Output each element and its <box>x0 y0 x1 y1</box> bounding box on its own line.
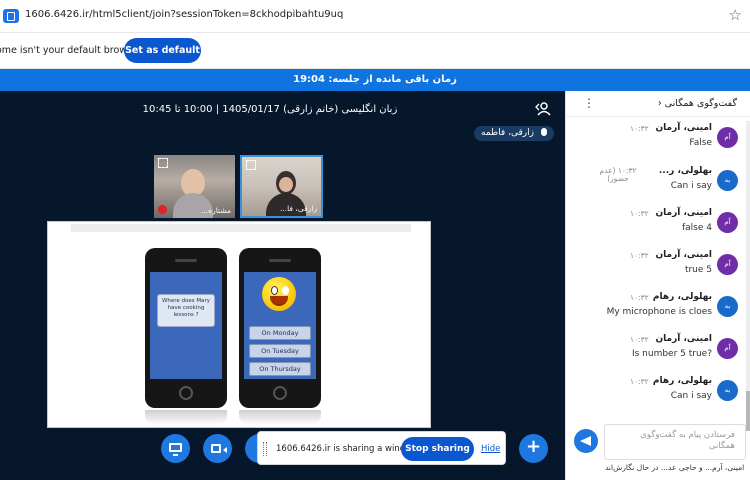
webcam-tile[interactable]: زارقی، فا... <box>240 155 323 218</box>
webcam-name: زارقی، فا... <box>280 204 317 213</box>
avatar: آم <box>717 254 738 275</box>
chat-message: آم امینی، آرمان ۱۰:۳۲ Is number 5 true? <box>566 331 744 371</box>
phone-illustration: On Monday On Tuesday On Thursday <box>239 248 321 408</box>
presentation-area: زبان انگلیسی (خانم زارقی) 1405/01/17 | 1… <box>0 91 565 480</box>
message-text: Is number 5 true? <box>631 349 712 359</box>
sharing-notification: 1606.6426.ir is sharing a window. Stop s… <box>257 431 506 465</box>
chat-message: آم امینی، آرمان ۱۰:۳۲ False <box>566 120 744 160</box>
message-author: بهلولی، رهام <box>652 292 712 302</box>
avatar: آم <box>717 127 738 148</box>
hide-link[interactable]: Hide <box>481 444 500 454</box>
chat-input-placeholder: فرستادن پیام به گفت‌وگوی همگانی <box>640 430 735 451</box>
message-author: بهلولی، ر... <box>658 166 712 176</box>
webcam-tile[interactable]: مشتاره... <box>154 155 235 218</box>
avatar: به <box>717 296 738 317</box>
chat-header: ⋮ گفت‌وگوی همگانی ‹ <box>566 91 750 117</box>
message-author: امینی، آرمان <box>655 123 712 133</box>
avatar: به <box>717 380 738 401</box>
typing-indicator: امینی، آرم... و حاجی عد... در حال نگارش‌… <box>605 463 745 472</box>
avatar: آم <box>717 212 738 233</box>
message-time: ۱۰:۳۲ <box>630 377 649 386</box>
message-author: امینی، آرمان <box>655 250 712 260</box>
expand-icon[interactable] <box>246 160 256 170</box>
default-browser-infobar: ome isn't your default browser Set as de… <box>0 33 750 69</box>
chat-scrollbar[interactable] <box>746 121 750 431</box>
more-options-icon[interactable]: ⋮ <box>583 96 595 110</box>
send-message-button[interactable] <box>574 429 598 453</box>
avatar: آم <box>717 338 738 359</box>
message-text: My microphone is cloes <box>606 307 712 317</box>
answer-option: On Thursday <box>249 362 311 376</box>
shared-screen: Where does Mary have cooking lessons ? O… <box>47 221 431 428</box>
app-root: 1606.6426.ir/html5client/join?sessionTok… <box>0 0 750 480</box>
message-text: Can i say <box>670 181 712 191</box>
chat-message: به بهلولی، ر... ۱۰:۳۲ (عدم حضور) Can i s… <box>566 163 744 203</box>
message-author: امینی، آرمان <box>655 334 712 344</box>
camera-icon <box>211 444 227 453</box>
chat-message-input[interactable]: فرستادن پیام به گفت‌وگوی همگانی <box>604 424 746 460</box>
actions-button[interactable]: + <box>519 434 548 463</box>
phone-illustration: Where does Mary have cooking lessons ? <box>145 248 227 408</box>
screen-share-button[interactable] <box>161 434 190 463</box>
webcam-name: مشتاره... <box>201 206 231 215</box>
meeting-title: زبان انگلیسی (خانم زارقی) 1405/01/17 | 1… <box>142 104 398 115</box>
message-time: ۱۰:۳۲ (عدم حضور) <box>599 166 637 183</box>
message-text: False <box>689 138 712 148</box>
scroll-thumb[interactable] <box>746 391 750 431</box>
infobar-text: ome isn't your default browser <box>0 45 142 56</box>
drag-handle-icon[interactable] <box>263 442 267 456</box>
star-icon[interactable]: ☆ <box>729 6 742 24</box>
message-text: Can i say <box>670 391 712 401</box>
message-time: ۱۰:۳۲ <box>630 335 649 344</box>
sharing-text: 1606.6426.ir is sharing a window. <box>276 444 420 454</box>
address-bar: 1606.6426.ir/html5client/join?sessionTok… <box>0 0 750 33</box>
question-bubble: Where does Mary have cooking lessons ? <box>157 294 215 327</box>
expand-icon[interactable] <box>158 158 168 168</box>
plus-icon: + <box>526 436 542 457</box>
chat-panel: ⋮ گفت‌وگوی همگانی ‹ آم امینی، آرمان ۱۰:۳… <box>565 91 750 480</box>
message-author: بهلولی، رهام <box>652 376 712 386</box>
presenter-pill: زارقی، فاطمه <box>474 126 554 141</box>
monitor-icon <box>169 443 182 456</box>
message-list: آم امینی، آرمان ۱۰:۳۲ False به بهلولی، ر… <box>566 117 750 412</box>
chat-message: آم امینی، آرمان ۱۰:۳۲ true 5 <box>566 247 744 287</box>
presenter-name: زارقی، فاطمه <box>481 128 534 138</box>
message-text: true 5 <box>684 265 712 275</box>
url-field[interactable]: 1606.6426.ir/html5client/join?sessionTok… <box>25 9 343 20</box>
camera-button[interactable] <box>203 434 232 463</box>
answer-option: On Tuesday <box>249 344 311 358</box>
shared-window-toolbar <box>71 224 411 232</box>
time-remaining-banner: زمان باقی مانده از جلسه: 19:04 <box>0 69 750 91</box>
message-time: ۱۰:۳۲ <box>630 251 649 260</box>
set-default-button[interactable]: Set as default <box>124 38 201 63</box>
message-author: امینی، آرمان <box>655 208 712 218</box>
chat-message: آم امینی، آرمان ۱۰:۳۲ false 4 <box>566 205 744 245</box>
chat-message: به بهلولی، رهام ۱۰:۳۲ My microphone is c… <box>566 289 744 329</box>
stop-sharing-button[interactable]: Stop sharing <box>401 437 474 461</box>
chat-message: به بهلولی، رهام ۱۰:۳۲ Can i say <box>566 373 744 413</box>
avatar: به <box>717 170 738 191</box>
user-list-toggle-icon[interactable] <box>535 102 551 116</box>
message-time: ۱۰:۳۲ <box>630 209 649 218</box>
message-time: ۱۰:۳۲ <box>630 293 649 302</box>
video-conference-icon <box>3 9 19 23</box>
chat-title: گفت‌وگوی همگانی ‹ <box>657 98 737 109</box>
slide-content: Where does Mary have cooking lessons ? O… <box>71 234 409 426</box>
message-time: ۱۰:۳۲ <box>630 124 649 133</box>
answer-option: On Monday <box>249 326 311 340</box>
smiley-icon <box>262 277 296 311</box>
message-text: false 4 <box>682 223 712 233</box>
muted-mic-icon <box>158 205 167 214</box>
microphone-icon <box>540 128 547 136</box>
